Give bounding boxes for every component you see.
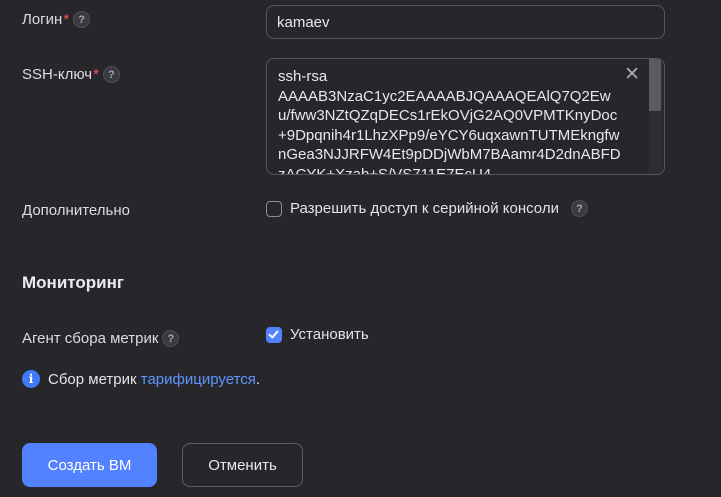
serial-console-label[interactable]: Разрешить доступ к серийной консоли [290,200,559,217]
cancel-button[interactable]: Отменить [182,443,303,487]
metrics-agent-label: Агент сбора метрик ? [22,330,180,347]
create-vm-button[interactable]: Создать ВМ [22,443,157,487]
metrics-agent-label-text: Агент сбора метрик [22,330,159,347]
install-agent-checkbox[interactable] [266,326,282,343]
login-input[interactable] [266,5,665,39]
ssh-key-value[interactable]: ssh-rsa AAAAB3NzaC1yc2EAAAABJQAAAQEAlQ7Q… [278,67,623,174]
required-mark: * [63,11,70,28]
help-icon[interactable]: ? [570,200,588,217]
checkmark-icon [268,330,279,338]
info-icon: i [22,370,40,388]
scrollbar[interactable] [649,59,663,174]
ssh-key-textarea[interactable]: ssh-rsa AAAAB3NzaC1yc2EAAAABJQAAAQEAlQ7Q… [266,58,665,175]
additional-label: Дополнительно [22,202,130,219]
ssh-key-label-text: SSH-ключ [22,66,93,83]
metrics-info-suffix: . [255,370,261,388]
required-mark: * [93,66,99,83]
help-icon[interactable]: ? [102,66,120,83]
serial-console-checkbox[interactable] [266,200,282,217]
metrics-billing-info: i Сбор метрик тарифицируется. [22,370,260,388]
help-icon[interactable]: ? [73,11,91,28]
scrollbar-thumb[interactable] [649,59,661,111]
help-icon[interactable]: ? [162,330,180,347]
metrics-info-prefix: Сбор метрик [48,370,141,388]
tariff-link[interactable]: тарифицируется [141,371,256,388]
monitoring-title: Мониторинг [22,273,124,292]
metrics-info-text: Сбор метрик тарифицируется. [48,371,260,388]
clear-icon[interactable]: ✕ [624,65,640,85]
login-label: Логин * ? [22,11,91,28]
install-agent-option[interactable]: Установить [266,326,369,343]
ssh-key-label: SSH-ключ * ? [22,66,120,83]
login-label-text: Логин [22,11,63,28]
serial-console-option[interactable]: Разрешить доступ к серийной консоли ? [266,200,588,217]
install-agent-label[interactable]: Установить [290,326,369,343]
